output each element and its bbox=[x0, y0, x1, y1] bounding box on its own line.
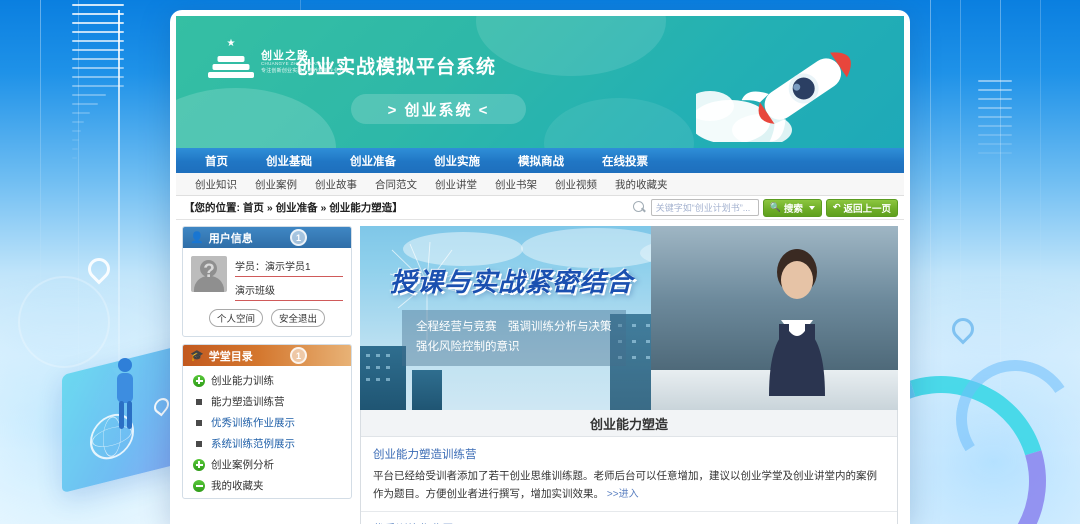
browser-window: ★ 创业之路 CHUANGYE ZHILU PLATFORM 专注创新创业实践，… bbox=[170, 10, 910, 524]
page-title: 创业实战模拟平台系统 bbox=[296, 57, 497, 78]
content-section-2: 优秀训练作业展示 bbox=[361, 512, 897, 524]
search-button[interactable]: 🔍 搜索 bbox=[762, 198, 822, 217]
catalog-panel-title: 学堂目录 bbox=[208, 350, 253, 363]
minus-circle-icon bbox=[193, 479, 205, 492]
graduation-cap-icon: 🎓 bbox=[190, 350, 204, 362]
main-column: 授课与实战紧密结合 全程经营与竞赛 强调训练分析与决策 强化风险控制的意识 创业… bbox=[360, 226, 898, 524]
layered-pyramid-icon: ★ bbox=[208, 39, 254, 82]
sidebar-item-ability-training[interactable]: 创业能力训练 bbox=[193, 370, 351, 391]
user-info-panel-body: ? 学员：演示学员1 演示班级 个人空间 安全退出 bbox=[183, 248, 351, 336]
system-entry-pill[interactable]: > 创业系统 < bbox=[351, 94, 526, 124]
section-text: 平台已经给受训者添加了若干创业思维训练题。老师后台可以任意增加，建议以创业学堂及… bbox=[373, 467, 885, 504]
content-area: 👤 用户信息 1 ? 学员：演示学员1 演示班级 个人空间 安全退出 🎓 学堂目… bbox=[176, 220, 904, 524]
nav-item-home[interactable]: 首页 bbox=[186, 153, 247, 169]
sidebar-item-excellent-works[interactable]: 优秀训练作业展示 bbox=[193, 412, 351, 433]
nav-item-implementation[interactable]: 创业实施 bbox=[415, 153, 499, 169]
person-illustration bbox=[117, 358, 133, 429]
plus-circle-icon bbox=[193, 374, 205, 387]
promo-banner[interactable]: 授课与实战紧密结合 全程经营与竞赛 强调训练分析与决策 强化风险控制的意识 bbox=[360, 226, 898, 410]
swirl-decoration-2 bbox=[945, 349, 1080, 489]
magnifier-icon bbox=[632, 200, 647, 215]
main-navigation: 首页 创业基础 创业准备 创业实施 模拟商战 在线投票 bbox=[176, 148, 904, 173]
breadcrumb: 【您的位置: 首页 » 创业准备 » 创业能力塑造】 bbox=[184, 202, 403, 214]
catalog-list: 创业能力训练 能力塑造训练营 优秀训练作业展示 系统训练范例展示 创业案例分析 … bbox=[183, 366, 351, 498]
subnav-item-stories[interactable]: 创业故事 bbox=[306, 177, 366, 192]
sidebar-item-label: 能力塑造训练营 bbox=[211, 396, 285, 408]
sidebar-item-favorites[interactable]: 我的收藏夹 bbox=[193, 475, 351, 496]
nav-item-simulation[interactable]: 模拟商战 bbox=[499, 153, 583, 169]
tick-marks-decoration-right bbox=[978, 80, 1012, 161]
nav-item-preparation[interactable]: 创业准备 bbox=[331, 153, 415, 169]
location-pin-icon bbox=[150, 395, 173, 417]
page-root: ★ 创业之路 CHUANGYE ZHILU PLATFORM 专注创新创业实践，… bbox=[176, 16, 904, 524]
map-pin-decoration-2 bbox=[947, 313, 979, 345]
subnav-item-favorites[interactable]: 我的收藏夹 bbox=[606, 177, 677, 192]
sidebar-item-case-analysis[interactable]: 创业案例分析 bbox=[193, 454, 351, 475]
catalog-panel-header: 🎓 学堂目录 1 bbox=[183, 345, 351, 366]
back-button-label: 返回上一页 bbox=[843, 203, 891, 215]
subnav-item-lectures[interactable]: 创业讲堂 bbox=[426, 177, 486, 192]
section-link-training-camp[interactable]: 创业能力塑造训练营 bbox=[373, 446, 477, 462]
catalog-status-badge: 1 bbox=[290, 347, 307, 364]
chevron-down-icon bbox=[808, 205, 815, 210]
banner-subtitle-line1: 全程经营与竞赛 强调训练分析与决策 bbox=[416, 321, 612, 333]
search-button-label: 搜索 bbox=[783, 203, 803, 215]
subnav-item-cases[interactable]: 创业案例 bbox=[246, 177, 306, 192]
avatar: ? bbox=[191, 256, 227, 292]
user-info-panel-title: 用户信息 bbox=[208, 232, 253, 245]
content-section: 创业能力塑造训练营 平台已经给受训者添加了若干创业思维训练题。老师后台可以任意增… bbox=[361, 437, 897, 512]
sidebar: 👤 用户信息 1 ? 学员：演示学员1 演示班级 个人空间 安全退出 🎓 学堂目… bbox=[182, 226, 352, 522]
sidebar-item-label: 系统训练范例展示 bbox=[211, 438, 295, 450]
student-name-field: 学员：演示学员1 bbox=[235, 256, 343, 277]
search-icon: 🔍 bbox=[769, 202, 781, 212]
content-card-title: 创业能力塑造 bbox=[361, 410, 897, 437]
sidebar-item-label: 我的收藏夹 bbox=[211, 480, 264, 492]
plus-circle-icon bbox=[193, 458, 205, 471]
ring-decoration bbox=[18, 276, 110, 368]
content-card: 创业能力塑造 创业能力塑造训练营 平台已经给受训者添加了若干创业思维训练题。老师… bbox=[360, 410, 898, 524]
personal-space-button[interactable]: 个人空间 bbox=[208, 309, 263, 327]
back-button[interactable]: ↶ 返回上一页 bbox=[825, 198, 898, 217]
class-name-field: 演示班级 bbox=[235, 280, 343, 301]
sidebar-item-label: 优秀训练作业展示 bbox=[211, 417, 295, 429]
subnav-item-videos[interactable]: 创业视频 bbox=[546, 177, 606, 192]
map-pin-decoration bbox=[83, 253, 115, 285]
catalog-panel: 🎓 学堂目录 1 创业能力训练 能力塑造训练营 优秀训练作业展示 系统训练范例展… bbox=[182, 344, 352, 499]
user-info-panel: 👤 用户信息 1 ? 学员：演示学员1 演示班级 个人空间 安全退出 bbox=[182, 226, 352, 337]
user-info-panel-header: 👤 用户信息 1 bbox=[183, 227, 351, 248]
banner-title: 授课与实战紧密结合 bbox=[390, 267, 634, 297]
rocket-icon bbox=[696, 52, 851, 142]
sidebar-item-ability-camp[interactable]: 能力塑造训练营 bbox=[193, 391, 351, 412]
sub-navigation: 创业知识 创业案例 创业故事 合同范文 创业讲堂 创业书架 创业视频 我的收藏夹 bbox=[176, 173, 904, 196]
globe-icon bbox=[90, 409, 134, 465]
banner-subtitle-line2: 强化风险控制的意识 bbox=[416, 340, 520, 353]
status-badge: 1 bbox=[290, 229, 307, 246]
breadcrumb-bar: 【您的位置: 首页 » 创业准备 » 创业能力塑造】 🔍 搜索 ↶ 返回上一页 bbox=[176, 196, 904, 220]
back-arrow-icon: ↶ bbox=[832, 202, 841, 212]
banner-person bbox=[768, 249, 825, 396]
search-area: 🔍 搜索 ↶ 返回上一页 bbox=[632, 198, 898, 217]
site-header: ★ 创业之路 CHUANGYE ZHILU PLATFORM 专注创新创业实践，… bbox=[176, 16, 904, 148]
tick-marks-decoration bbox=[72, 4, 124, 166]
sidebar-item-system-examples[interactable]: 系统训练范例展示 bbox=[193, 433, 351, 454]
sidebar-item-label: 创业案例分析 bbox=[211, 459, 274, 471]
square-bullet-icon bbox=[196, 398, 202, 405]
enter-link[interactable]: >>进入 bbox=[607, 489, 639, 500]
logout-button[interactable]: 安全退出 bbox=[271, 309, 326, 327]
subnav-item-knowledge[interactable]: 创业知识 bbox=[186, 177, 246, 192]
square-bullet-icon bbox=[196, 419, 202, 426]
nav-item-foundation[interactable]: 创业基础 bbox=[247, 153, 331, 169]
search-input[interactable] bbox=[650, 199, 759, 216]
square-bullet-icon bbox=[196, 440, 202, 447]
subnav-item-bookshelf[interactable]: 创业书架 bbox=[486, 177, 546, 192]
nav-item-vote[interactable]: 在线投票 bbox=[583, 153, 667, 169]
sidebar-item-label: 创业能力训练 bbox=[211, 375, 274, 387]
user-card-icon: 👤 bbox=[190, 232, 204, 244]
subnav-item-contracts[interactable]: 合同范文 bbox=[366, 177, 426, 192]
banner-subtitle: 全程经营与竞赛 强调训练分析与决策 强化风险控制的意识 bbox=[402, 310, 626, 367]
